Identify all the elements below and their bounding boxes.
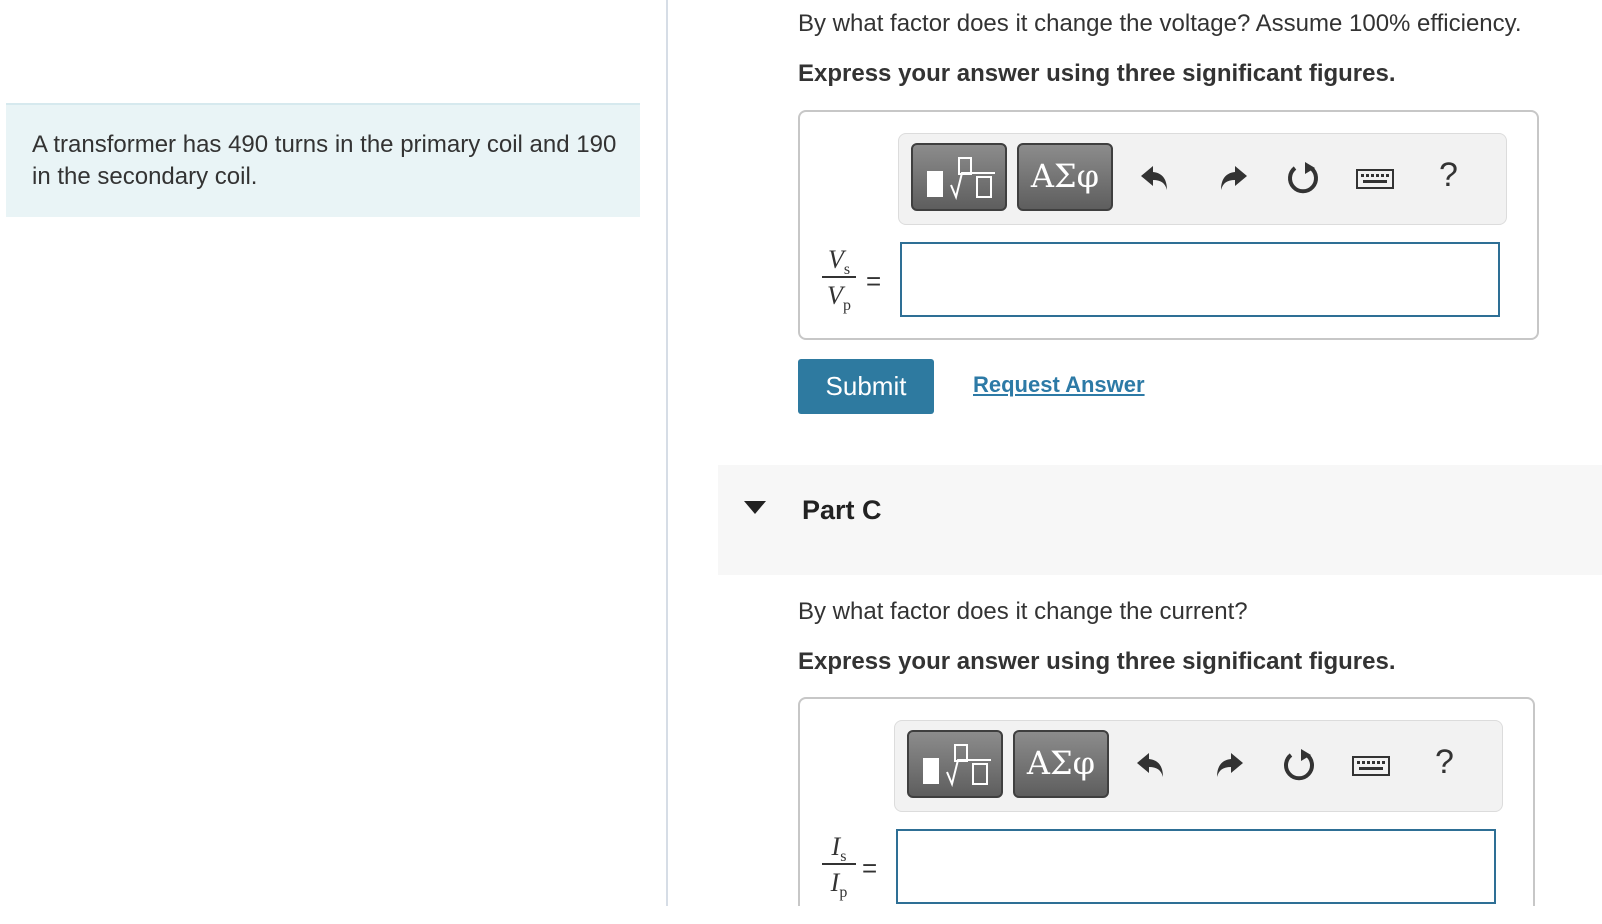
problem-pane: A transformer has 490 turns in the prima… bbox=[0, 0, 666, 906]
part-c-header[interactable]: Part C bbox=[718, 465, 1602, 575]
templates-button[interactable] bbox=[911, 143, 1007, 211]
redo-icon[interactable] bbox=[1207, 745, 1247, 785]
part-c-title: Part C bbox=[802, 495, 882, 525]
part-b-question: By what factor does it change the voltag… bbox=[798, 10, 1522, 37]
problem-statement-box: A transformer has 490 turns in the prima… bbox=[6, 103, 640, 217]
part-c-instruction: Express your answer using three signific… bbox=[798, 648, 1396, 675]
greek-symbols-button[interactable]: ΑΣφ bbox=[1013, 730, 1109, 798]
greek-symbols-button[interactable]: ΑΣφ bbox=[1017, 143, 1113, 211]
fraction-numerator: Vs bbox=[827, 245, 851, 279]
math-toolbar: ΑΣφ ? bbox=[894, 720, 1503, 812]
undo-icon[interactable] bbox=[1137, 158, 1177, 198]
collapse-caret-icon[interactable] bbox=[744, 501, 766, 514]
fraction-bar bbox=[822, 863, 856, 865]
part-c-fraction-label: Is Ip bbox=[822, 832, 856, 902]
templates-icon bbox=[927, 157, 995, 201]
reset-icon[interactable] bbox=[1279, 745, 1319, 785]
pane-divider[interactable] bbox=[666, 0, 668, 906]
fraction-bar bbox=[822, 276, 856, 278]
part-c-question: By what factor does it change the curren… bbox=[798, 598, 1248, 625]
part-c-answer-clip: ΑΣφ ? Is Ip = bbox=[798, 697, 1535, 906]
part-c-answer-input[interactable] bbox=[896, 829, 1496, 904]
problem-statement: A transformer has 490 turns in the prima… bbox=[32, 131, 617, 190]
redo-icon[interactable] bbox=[1211, 158, 1251, 198]
math-toolbar: ΑΣφ ? bbox=[898, 133, 1507, 225]
undo-icon[interactable] bbox=[1133, 745, 1173, 785]
part-c-answer-box: ΑΣφ ? Is Ip = bbox=[798, 697, 1535, 906]
part-b-fraction-label: Vs Vp bbox=[822, 245, 856, 315]
request-answer-link[interactable]: Request Answer bbox=[973, 372, 1145, 398]
fraction-numerator: Is bbox=[831, 832, 847, 866]
part-b-answer-box: ΑΣφ ? Vs Vp = bbox=[798, 110, 1539, 340]
templates-icon bbox=[923, 744, 991, 788]
keyboard-icon[interactable] bbox=[1351, 745, 1391, 785]
equals-sign: = bbox=[862, 853, 878, 883]
help-button[interactable]: ? bbox=[1439, 156, 1458, 195]
fraction-denominator: Ip bbox=[830, 868, 848, 902]
templates-button[interactable] bbox=[907, 730, 1003, 798]
keyboard-icon[interactable] bbox=[1355, 158, 1395, 198]
submit-button[interactable]: Submit bbox=[798, 359, 934, 414]
equals-sign: = bbox=[866, 266, 882, 296]
help-button[interactable]: ? bbox=[1435, 743, 1454, 782]
fraction-denominator: Vp bbox=[827, 281, 851, 315]
reset-icon[interactable] bbox=[1283, 158, 1323, 198]
part-b-answer-input[interactable] bbox=[900, 242, 1500, 317]
part-b-instruction: Express your answer using three signific… bbox=[798, 60, 1396, 87]
